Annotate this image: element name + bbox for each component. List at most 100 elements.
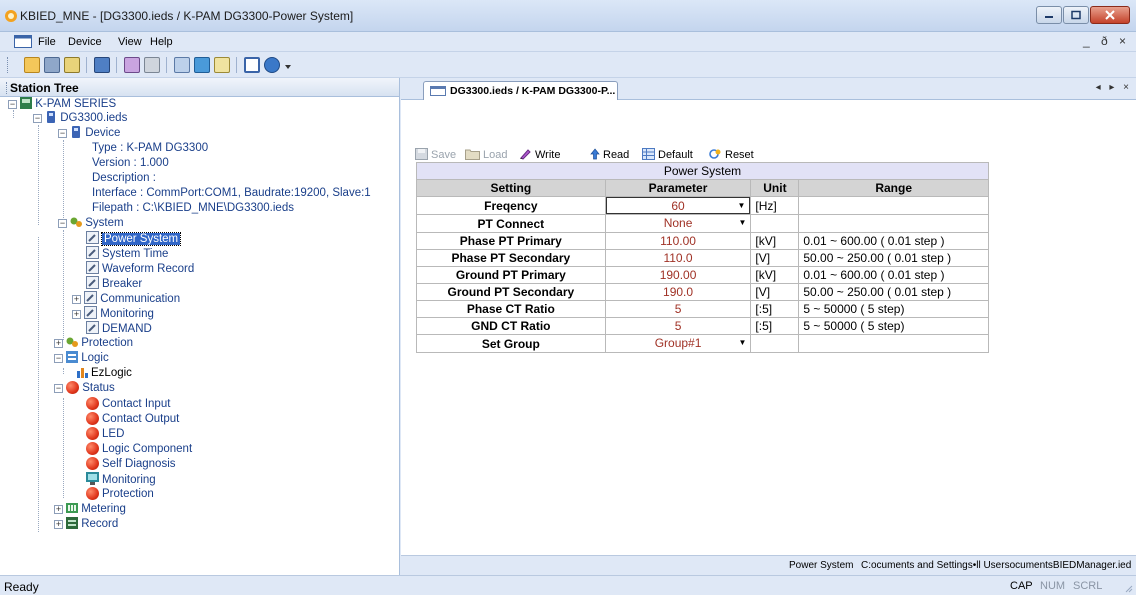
- dropdown-arrow-icon[interactable]: ▼: [734, 199, 749, 212]
- parameter-input[interactable]: 5: [604, 300, 752, 318]
- connect-icon[interactable]: [124, 57, 140, 73]
- tree-node-logic-component[interactable]: Logic Component: [86, 442, 192, 457]
- main-toolbar: [0, 52, 1136, 78]
- range-cell: 0.01 ~ 600.00 ( 0.01 step ): [798, 232, 989, 250]
- frequency-select[interactable]: 60 ▼: [604, 196, 752, 215]
- parameter-input[interactable]: 190.0: [604, 283, 752, 301]
- tree-node-device[interactable]: − Device: [58, 126, 120, 141]
- maximize-button[interactable]: [1063, 6, 1089, 24]
- tree-info-description: Description :: [92, 172, 156, 184]
- parameter-input[interactable]: 110.00: [604, 232, 752, 250]
- tree-node-status-protection[interactable]: Protection: [86, 487, 154, 502]
- tree-node-power-system[interactable]: Power System: [86, 231, 182, 246]
- tree-node-waveform-record[interactable]: Waveform Record: [86, 261, 194, 276]
- status-led-icon: [86, 397, 99, 410]
- menu-view[interactable]: View: [118, 36, 142, 48]
- unit-cell: [kV]: [750, 266, 800, 284]
- mdi-controls[interactable]: _ ð ×: [1083, 34, 1130, 48]
- resize-grip-icon[interactable]: [1123, 583, 1133, 593]
- bar-chart-icon: [77, 368, 88, 378]
- save-button[interactable]: Save: [415, 148, 456, 162]
- load-button[interactable]: Load: [465, 148, 507, 162]
- setting-label: PT Connect: [416, 214, 606, 233]
- tree-info-version: Version : 1.000: [92, 157, 169, 169]
- unit-cell: [750, 334, 800, 353]
- close-icon: [1105, 10, 1115, 20]
- open-folder-icon[interactable]: [24, 57, 40, 73]
- tree-node-ezlogic[interactable]: EzLogic: [76, 366, 132, 381]
- minimize-button[interactable]: [1036, 6, 1062, 24]
- tree-node-led[interactable]: LED: [86, 427, 124, 442]
- help-icon[interactable]: [264, 57, 280, 73]
- tree-node-contact-input[interactable]: Contact Input: [86, 397, 170, 412]
- status-led-icon: [86, 442, 99, 455]
- monitor-icon[interactable]: [194, 57, 210, 73]
- tree-node-status-monitoring[interactable]: Monitoring: [86, 472, 156, 487]
- tree-node-logic[interactable]: − Logic: [54, 351, 109, 366]
- save-all-icon[interactable]: [64, 57, 80, 73]
- tree-node-monitoring[interactable]: + Monitoring: [72, 306, 154, 321]
- write-button[interactable]: Write: [519, 148, 560, 162]
- table-row: Freqency 60 ▼ [Hz]: [416, 196, 989, 215]
- station-tree-panel: Station Tree − K-PAM SERIES − DG3300.ied…: [0, 78, 400, 575]
- status-led-icon: [86, 457, 99, 470]
- toolbar-overflow-icon[interactable]: [285, 62, 291, 70]
- wrench-icon: [86, 246, 99, 259]
- station-tree-title: Station Tree: [10, 81, 79, 95]
- tree-node-system-time[interactable]: System Time: [86, 246, 168, 261]
- parameter-input[interactable]: 190.00: [604, 266, 752, 284]
- tree-node-self-diagnosis[interactable]: Self Diagnosis: [86, 457, 176, 472]
- parameter-input[interactable]: 5: [604, 317, 752, 335]
- toolbar-grip[interactable]: [7, 57, 10, 73]
- set-group-select[interactable]: Group#1 ▼: [604, 334, 752, 353]
- dropdown-arrow-icon[interactable]: ▼: [735, 216, 750, 229]
- wrench-icon: [86, 231, 99, 244]
- tab-power-system[interactable]: DG3300.ieds / K-PAM DG3300-P...: [423, 81, 618, 100]
- tree-node-system[interactable]: − System: [58, 216, 124, 231]
- tree-node-contact-output[interactable]: Contact Output: [86, 412, 179, 427]
- tree-node-communication[interactable]: + Communication: [72, 291, 180, 306]
- table-header-row: Setting Parameter Unit Range: [416, 179, 989, 197]
- menu-device[interactable]: Device: [68, 36, 102, 48]
- tab-navigation[interactable]: ◂ ▸ ×: [1096, 82, 1132, 93]
- range-cell: 0.01 ~ 600.00 ( 0.01 step ): [798, 266, 989, 284]
- status-led-icon: [86, 427, 99, 440]
- tree-node-file[interactable]: − DG3300.ieds: [33, 111, 127, 126]
- scrl-indicator: SCRL: [1073, 580, 1103, 592]
- table-row: PT Connect None ▼: [416, 214, 989, 233]
- device-settings-icon[interactable]: [174, 57, 190, 73]
- minimize-icon: [1045, 16, 1053, 18]
- unit-cell: [:5]: [750, 300, 800, 318]
- metering-icon: [66, 503, 79, 513]
- report-icon[interactable]: [214, 57, 230, 73]
- unit-cell: [kV]: [750, 232, 800, 250]
- menu-file[interactable]: File: [38, 36, 56, 48]
- write-pen-icon: [520, 149, 531, 160]
- table-icon: [642, 148, 655, 160]
- table-row: GND CT Ratio 5 [:5] 5 ~ 50000 ( 5 step): [416, 317, 989, 335]
- tree-node-metering[interactable]: + Metering: [54, 502, 126, 517]
- default-button[interactable]: Default: [642, 148, 693, 162]
- close-button[interactable]: [1090, 6, 1130, 24]
- tree-node-breaker[interactable]: Breaker: [86, 276, 142, 291]
- reset-button[interactable]: Reset: [709, 148, 754, 162]
- pt-connect-value: None: [663, 216, 693, 230]
- tree-node-demand[interactable]: DEMAND: [86, 321, 152, 336]
- disconnect-icon[interactable]: [144, 57, 160, 73]
- read-button[interactable]: Read: [590, 148, 629, 162]
- pt-connect-select[interactable]: None ▼: [604, 214, 752, 233]
- tree-node-record[interactable]: + Record: [54, 517, 118, 532]
- unit-cell: [V]: [750, 249, 800, 267]
- dropdown-arrow-icon[interactable]: ▼: [735, 336, 750, 349]
- document-window-icon: [14, 35, 32, 48]
- tree-node-kpam-series[interactable]: − K-PAM SERIES: [8, 97, 116, 112]
- parameter-input[interactable]: 110.0: [604, 249, 752, 267]
- tree-node-status[interactable]: − Status: [54, 381, 115, 396]
- tree-node-protection[interactable]: + Protection: [54, 336, 133, 351]
- menu-help[interactable]: Help: [150, 36, 173, 48]
- window-icon[interactable]: [244, 57, 260, 73]
- station-tree-icon[interactable]: [94, 57, 110, 73]
- range-cell: 50.00 ~ 250.00 ( 0.01 step ): [798, 249, 989, 267]
- table-row: Phase CT Ratio 5 [:5] 5 ~ 50000 ( 5 step…: [416, 300, 989, 318]
- save-disk-icon[interactable]: [44, 57, 60, 73]
